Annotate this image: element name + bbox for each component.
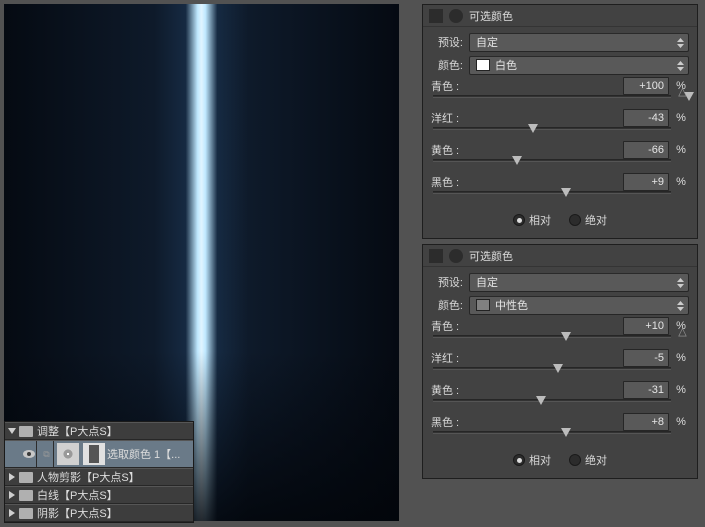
layer-label: 选取颜色 1【... — [107, 446, 191, 462]
layer-group-whiteline[interactable]: 白线【P大点S】 — [5, 486, 193, 504]
yellow-track[interactable] — [433, 398, 689, 412]
slider-label: 黑色 : — [431, 414, 479, 430]
cyan-track[interactable]: △ — [433, 334, 689, 348]
layer-group-shadow[interactable]: 阴影【P大点S】 — [5, 504, 193, 522]
cyan-slider: 青色 : +10 % △ — [431, 318, 689, 348]
cyan-track[interactable]: △ — [433, 94, 689, 108]
magenta-track[interactable] — [433, 366, 689, 380]
properties-column: 可选颜色 预设: 自定 颜色: 白色 青色 : — [422, 4, 698, 484]
slider-label: 青色 : — [431, 78, 479, 94]
slider-label: 黄色 : — [431, 142, 479, 158]
preset-label: 预设: — [431, 274, 469, 290]
yellow-slider: 黄色 : -31 % — [431, 382, 689, 412]
percent-label: % — [673, 416, 689, 428]
preset-label: 预设: — [431, 34, 469, 50]
magenta-track[interactable] — [433, 126, 689, 140]
yellow-input[interactable]: -31 — [623, 381, 669, 399]
yellow-input[interactable]: -66 — [623, 141, 669, 159]
disclosure-right-icon[interactable] — [7, 490, 17, 500]
layer-label: 白线【P大点S】 — [37, 487, 191, 503]
folder-icon — [19, 426, 33, 437]
layer-selective-color[interactable]: ⧉ 选取颜色 1【... — [5, 440, 193, 468]
slider-label: 黑色 : — [431, 174, 479, 190]
dropdown-caret-icon — [677, 278, 684, 288]
layer-label: 调整【P大点S】 — [37, 423, 191, 439]
folder-icon — [19, 490, 33, 501]
color-swatch — [476, 299, 490, 311]
panel-header: 可选颜色 — [423, 245, 697, 267]
color-swatch — [476, 59, 490, 71]
reset-icon[interactable]: △ — [676, 85, 689, 98]
color-select[interactable]: 中性色 — [469, 296, 689, 315]
dropdown-caret-icon — [677, 38, 684, 48]
mask-icon[interactable] — [449, 9, 463, 23]
slider-label: 青色 : — [431, 318, 479, 334]
color-label: 颜色: — [431, 57, 469, 73]
magenta-input[interactable]: -43 — [623, 109, 669, 127]
color-label: 颜色: — [431, 297, 469, 313]
black-slider: 黑色 : +9 % — [431, 174, 689, 204]
panel-title: 可选颜色 — [469, 248, 513, 264]
adjustment-icon[interactable] — [429, 249, 443, 263]
preset-value: 自定 — [476, 274, 498, 290]
link-icon[interactable]: ⧉ — [40, 441, 54, 467]
mask-thumbnail-icon — [83, 443, 105, 465]
preset-value: 自定 — [476, 34, 498, 50]
layer-group-adjustments[interactable]: 调整【P大点S】 — [5, 422, 193, 440]
color-select[interactable]: 白色 — [469, 56, 689, 75]
disclosure-right-icon[interactable] — [7, 472, 17, 482]
layer-group-silhouette[interactable]: 人物剪影【P大点S】 — [5, 468, 193, 486]
cyan-input[interactable]: +10 — [623, 317, 669, 335]
adjustment-icon[interactable] — [429, 9, 443, 23]
mask-icon[interactable] — [449, 249, 463, 263]
magenta-slider: 洋红 : -5 % — [431, 350, 689, 380]
percent-label: % — [673, 112, 689, 124]
magenta-slider: 洋红 : -43 % — [431, 110, 689, 140]
black-track[interactable] — [433, 190, 689, 204]
folder-icon — [19, 508, 33, 519]
cyan-slider: 青色 : +100 % △ — [431, 78, 689, 108]
layers-panel: 调整【P大点S】 ⧉ 选取颜色 1【... 人物剪影【P大点S】 白线【P大点S… — [4, 421, 194, 523]
percent-label: % — [673, 384, 689, 396]
layer-label: 人物剪影【P大点S】 — [37, 469, 191, 485]
visibility-icon[interactable] — [21, 441, 37, 467]
slider-label: 洋红 : — [431, 350, 479, 366]
disclosure-down-icon[interactable] — [7, 426, 17, 436]
panel-header: 可选颜色 — [423, 5, 697, 27]
slider-label: 黄色 : — [431, 382, 479, 398]
absolute-radio[interactable]: 绝对 — [569, 452, 607, 468]
percent-label: % — [673, 352, 689, 364]
preset-select[interactable]: 自定 — [469, 273, 689, 292]
method-radio-group: 相对 绝对 — [431, 210, 689, 230]
black-input[interactable]: +8 — [623, 413, 669, 431]
percent-label: % — [673, 176, 689, 188]
color-value: 中性色 — [495, 297, 528, 313]
method-radio-group: 相对 绝对 — [431, 450, 689, 470]
panel-title: 可选颜色 — [469, 8, 513, 24]
black-input[interactable]: +9 — [623, 173, 669, 191]
color-value: 白色 — [495, 57, 517, 73]
yellow-track[interactable] — [433, 158, 689, 172]
slider-label: 洋红 : — [431, 110, 479, 126]
selective-color-panel-1: 可选颜色 预设: 自定 颜色: 中性色 青色 : — [422, 244, 698, 479]
reset-icon[interactable]: △ — [676, 325, 689, 338]
relative-radio[interactable]: 相对 — [513, 212, 551, 228]
adjustment-thumbnail-icon — [57, 443, 79, 465]
disclosure-right-icon[interactable] — [7, 508, 17, 518]
black-slider: 黑色 : +8 % — [431, 414, 689, 444]
yellow-slider: 黄色 : -66 % — [431, 142, 689, 172]
relative-radio[interactable]: 相对 — [513, 452, 551, 468]
absolute-radio[interactable]: 绝对 — [569, 212, 607, 228]
folder-icon — [19, 472, 33, 483]
layer-label: 阴影【P大点S】 — [37, 505, 191, 521]
percent-label: % — [673, 144, 689, 156]
magenta-input[interactable]: -5 — [623, 349, 669, 367]
black-track[interactable] — [433, 430, 689, 444]
preset-select[interactable]: 自定 — [469, 33, 689, 52]
cyan-input[interactable]: +100 — [623, 77, 669, 95]
selective-color-panel-0: 可选颜色 预设: 自定 颜色: 白色 青色 : — [422, 4, 698, 239]
dropdown-caret-icon — [677, 301, 684, 311]
dropdown-caret-icon — [677, 61, 684, 71]
